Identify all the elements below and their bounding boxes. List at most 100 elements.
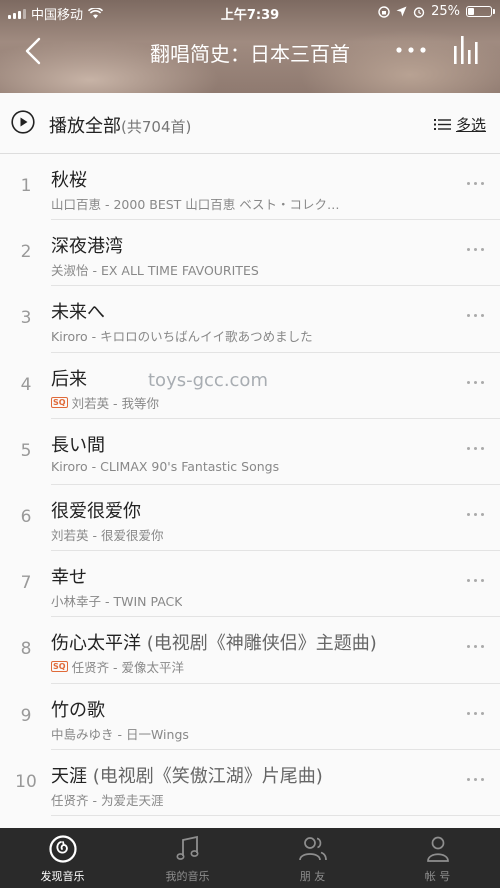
- tab-account-label: 帐 号: [424, 870, 451, 883]
- status-right: 25%: [378, 4, 495, 19]
- song-count: (共704首): [121, 118, 192, 136]
- song-row[interactable]: 5 長い間 Kiroro - CLIMAX 90's Fantastic Songs: [0, 419, 500, 485]
- tab-discover[interactable]: 发现音乐: [0, 828, 125, 888]
- netease-music-icon: [48, 835, 77, 863]
- tab-my-music-label: 我的音乐: [165, 870, 210, 883]
- play-circle-icon[interactable]: [11, 110, 35, 134]
- now-playing-icon[interactable]: [452, 32, 482, 66]
- song-title-text: 秋桜: [51, 170, 87, 191]
- song-meta: 关淑怡 - EX ALL TIME FAVOURITES: [51, 260, 259, 279]
- song-meta: 刘若英 - 很爱很爱你: [51, 525, 163, 544]
- song-title-text: 深夜港湾: [51, 236, 123, 258]
- song-row[interactable]: 1 秋桜山口百恵 - 2000 BEST 山口百恵 ベスト・コレク…: [0, 154, 500, 221]
- song-list-panel: 播放全部(共704首) 多选 1 秋桜山口百恵 - 2000 BEST 山口百恵 …: [0, 93, 500, 828]
- watermark: toys-gcc.com: [148, 370, 268, 391]
- song-title-text: 伤心太平洋: [51, 633, 141, 655]
- song-title: 秋桜: [51, 166, 87, 192]
- song-meta: 任贤齐 - 为爱走天涯: [51, 790, 163, 809]
- tab-friends[interactable]: 朋 友: [250, 828, 375, 888]
- artist-album: 刘若英 - 我等你: [71, 395, 160, 411]
- row-divider: [51, 814, 500, 816]
- nav-bar: 翻唱简史：日本三百首: [0, 26, 500, 80]
- song-row[interactable]: 6 很爱很爱你刘若英 - 很爱很爱你: [0, 485, 500, 552]
- song-row[interactable]: 9 竹の歌中島みゆき - 日一Wings: [0, 684, 500, 750]
- song-row[interactable]: 2 深夜港湾关淑怡 - EX ALL TIME FAVOURITES: [0, 220, 500, 287]
- song-more-icon[interactable]: [467, 777, 484, 781]
- sq-badge: SQ: [51, 396, 68, 408]
- track-number: 2: [20, 242, 32, 263]
- song-more-icon[interactable]: [467, 645, 484, 649]
- song-more-icon[interactable]: [467, 711, 484, 715]
- tab-my-music[interactable]: 我的音乐: [125, 828, 250, 888]
- artist-album: 山口百恵 - 2000 BEST 山口百恵 ベスト・コレク…: [51, 197, 340, 212]
- artist-album: 关淑怡 - EX ALL TIME FAVOURITES: [51, 263, 259, 279]
- song-more-icon[interactable]: [467, 446, 484, 450]
- music-note-icon: [176, 835, 198, 860]
- battery-percent: 25%: [431, 4, 460, 19]
- artist-album: 中島みゆき - 日一Wings: [51, 726, 189, 742]
- song-meta: SQ 任贤齐 - 爱像太平洋: [51, 657, 184, 676]
- song-more-icon[interactable]: [467, 182, 484, 185]
- song-title-note: (电视剧《神雕侠侣》主题曲): [141, 633, 377, 655]
- track-number: 9: [20, 705, 32, 726]
- song-title: 竹の歌: [51, 696, 105, 722]
- song-title: 伤心太平洋 (电视剧《神雕侠侣》主题曲): [51, 629, 377, 655]
- song-more-icon[interactable]: [467, 248, 484, 252]
- song-more-icon[interactable]: [467, 314, 484, 318]
- song-row[interactable]: 7 幸せ 小林幸子 - TWIN PACK: [0, 551, 500, 618]
- song-title: 幸せ: [51, 563, 87, 589]
- artist-album: 任贤齐 - 爱像太平洋: [71, 660, 185, 676]
- friends-icon: [298, 837, 327, 861]
- song-title-text: 很爱很爱你: [51, 500, 141, 522]
- song-title: 后来: [51, 365, 87, 391]
- track-number: 4: [20, 374, 32, 395]
- song-row[interactable]: 10 天涯 (电视剧《笑傲江湖》片尾曲) 任贤齐 - 为爱走天涯: [0, 750, 500, 816]
- song-meta: 中島みゆき - 日一Wings: [51, 724, 189, 743]
- song-title: 深夜港湾: [51, 232, 123, 258]
- track-number: 3: [20, 308, 32, 329]
- song-title: 未来へ: [51, 298, 105, 324]
- song-more-icon[interactable]: [467, 380, 484, 384]
- track-number: 1: [20, 176, 32, 196]
- artist-album: 任贤齐 - 为爱走天涯: [51, 792, 164, 808]
- song-title-note: (电视剧《笑傲江湖》片尾曲): [87, 765, 323, 787]
- track-number: 8: [20, 639, 32, 660]
- play-all-text: 播放全部: [49, 116, 121, 137]
- header-background: 中国移动 上午7:39 25% 翻唱简史：日本三百首: [0, 0, 500, 93]
- multi-select-label: 多选: [455, 116, 486, 134]
- account-icon: [426, 836, 449, 862]
- sq-badge: SQ: [51, 661, 68, 673]
- song-more-icon[interactable]: [467, 512, 484, 516]
- song-meta: Kiroro - キロロのいちばんイイ歌あつめました: [51, 326, 313, 345]
- song-more-icon[interactable]: [467, 579, 484, 583]
- status-bar: 中国移动 上午7:39 25%: [0, 0, 500, 26]
- song-title-text: 天涯: [51, 765, 87, 787]
- track-number: 5: [20, 440, 32, 461]
- song-meta: Kiroro - CLIMAX 90's Fantastic Songs: [51, 459, 279, 474]
- song-title: 天涯 (电视剧《笑傲江湖》片尾曲): [51, 762, 323, 788]
- artist-album: 刘若英 - 很爱很爱你: [51, 527, 164, 543]
- song-title: 長い間: [51, 431, 105, 457]
- more-options-icon[interactable]: [394, 35, 428, 65]
- rotation-lock-icon: [378, 5, 390, 18]
- song-list: 1 秋桜山口百恵 - 2000 BEST 山口百恵 ベスト・コレク… 2 深夜港湾关淑…: [0, 154, 500, 816]
- tab-account[interactable]: 帐 号: [375, 828, 500, 888]
- song-title: 很爱很爱你: [51, 497, 141, 523]
- artist-album: 小林幸子 - TWIN PACK: [51, 594, 183, 610]
- tab-discover-label: 发现音乐: [40, 870, 85, 883]
- song-row[interactable]: 3 未来へ Kiroro - キロロのいちばんイイ歌あつめました: [0, 286, 500, 353]
- multi-select-button[interactable]: 多选: [433, 114, 486, 135]
- song-meta: SQ 刘若英 - 我等你: [51, 393, 159, 412]
- song-title-text: 竹の歌: [51, 699, 105, 721]
- location-icon: [396, 6, 407, 17]
- song-title-text: 長い間: [51, 434, 105, 456]
- song-row[interactable]: 8 伤心太平洋 (电视剧《神雕侠侣》主题曲) SQ 任贤齐 - 爱像太平洋: [0, 617, 500, 684]
- play-all-bar[interactable]: 播放全部(共704首) 多选: [0, 93, 500, 154]
- tab-bar: 发现音乐 我的音乐 朋 友 帐 号: [0, 828, 500, 888]
- battery-icon: [466, 6, 495, 17]
- alarm-icon: [413, 6, 425, 18]
- track-number: 6: [20, 506, 32, 527]
- song-title-text: 幸せ: [51, 567, 87, 589]
- play-all-label[interactable]: 播放全部(共704首): [49, 112, 191, 138]
- artist-album: Kiroro - CLIMAX 90's Fantastic Songs: [51, 458, 280, 474]
